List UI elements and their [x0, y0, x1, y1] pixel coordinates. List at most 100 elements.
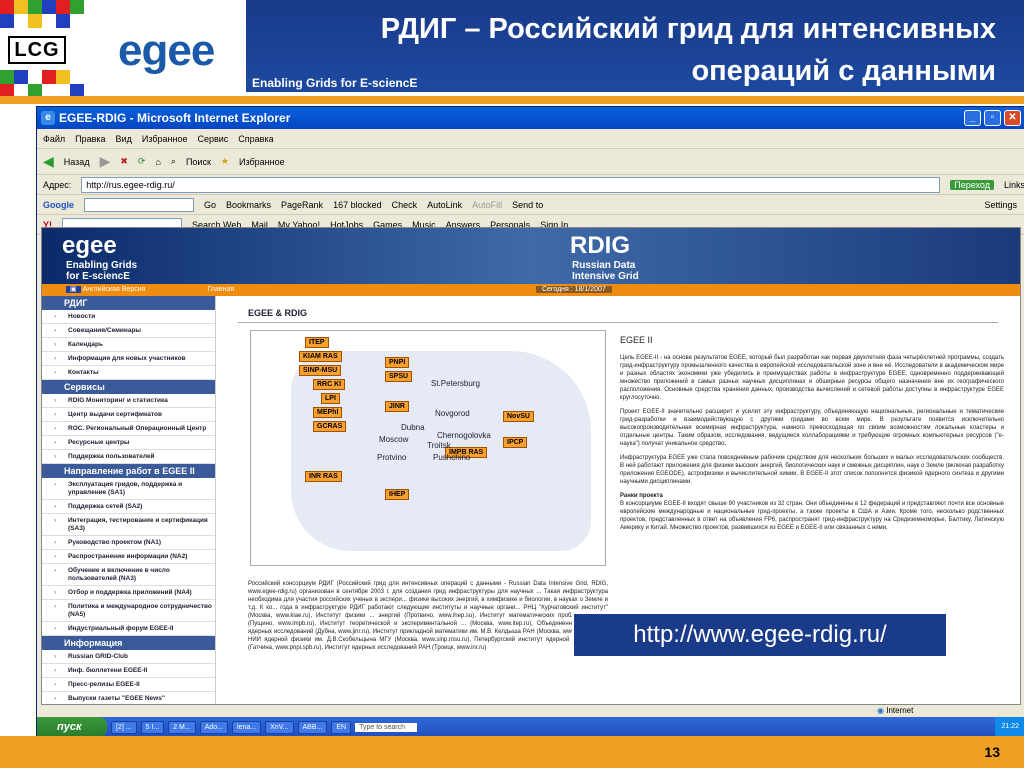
send-to-button[interactable]: Send to — [512, 200, 543, 210]
standard-toolbar: ◀ Назад ▶ ✖ ⟳ ⌂ ⌕ Поиск ★ Избранное — [37, 149, 1024, 175]
taskbar-item[interactable]: 5 I... — [140, 720, 165, 734]
favorites-icon[interactable]: ★ — [221, 156, 229, 167]
paragraph: Инфраструктура EGEE уже стала повседневн… — [620, 455, 1004, 485]
bookmarks-button[interactable]: Bookmarks — [226, 200, 271, 210]
browser-titlebar: e EGEE-RDIG - Microsoft Internet Explore… — [37, 107, 1024, 129]
paragraph: Цель EGEE-II - на основе результатов EGE… — [620, 355, 1004, 401]
sidebar-item[interactable]: Распространение информации (NA2) — [42, 550, 215, 564]
map-site-label: GCRAS — [313, 421, 347, 432]
google-toolbar: Google Go Bookmarks PageRank 167 blocked… — [37, 195, 1024, 215]
links-label[interactable]: Links — [1004, 180, 1024, 190]
system-tray-clock: 21:22 — [995, 717, 1024, 737]
lcg-logo-text: LCG — [8, 36, 66, 64]
google-logo[interactable]: Google — [43, 200, 74, 210]
sidebar-item[interactable]: Инф. бюллетени EGEE-II — [42, 664, 215, 678]
sidebar-item[interactable]: Политика и международное сотрудничество … — [42, 600, 215, 622]
sidebar-item[interactable]: Поддержка пользователей — [42, 450, 215, 464]
map-site-label: SPSU — [385, 371, 413, 382]
menu-help[interactable]: Справка — [238, 134, 273, 144]
menu-tools[interactable]: Сервис — [197, 134, 228, 144]
menu-file[interactable]: Файл — [43, 134, 65, 144]
map-city-label: Pushchino — [433, 453, 471, 462]
sidebar-item[interactable]: ROC. Региональный Операционный Центр — [42, 422, 215, 436]
sidebar-item[interactable]: Поддержка сетей (SA2) — [42, 500, 215, 514]
menu-view[interactable]: Вид — [116, 134, 132, 144]
taskbar-search-input[interactable]: Type to search — [355, 722, 418, 732]
sidebar-item[interactable]: Интеграция, тестирование и сертификация … — [42, 514, 215, 536]
go-button[interactable]: Переход — [950, 179, 994, 190]
sidebar-item[interactable]: Центр выдачи сертификатов — [42, 408, 215, 422]
sidebar-item[interactable]: Пресс-релизы EGEE-II — [42, 678, 215, 692]
back-icon[interactable]: ◀ — [43, 153, 54, 170]
sidebar-item[interactable]: Совещания/Семинары — [42, 324, 215, 338]
site-nav-strip: ▣ Английская Версия Главная Сегодня : 18… — [42, 284, 1020, 296]
nav-section-heading: Направление работ в EGEE II — [42, 464, 215, 478]
sidebar-item[interactable]: Календарь — [42, 338, 215, 352]
sidebar-item[interactable]: Выпуски газеты "EGEE News" — [42, 692, 215, 704]
popup-blocked[interactable]: 167 blocked — [333, 200, 382, 210]
status-bar: ◉ Internet — [41, 705, 1021, 717]
slide-header: LCG egee РДИГ – Российский грид для инте… — [0, 0, 1024, 104]
maximize-icon[interactable]: ▫ — [984, 110, 1001, 126]
menu-edit[interactable]: Правка — [75, 134, 105, 144]
favorites-button[interactable]: Избранное — [239, 157, 285, 167]
sidebar-item[interactable]: Контакты — [42, 366, 215, 380]
taskbar-item[interactable]: 2 M... — [168, 720, 196, 734]
spellcheck-button[interactable]: Check — [392, 200, 418, 210]
sidebar-item[interactable]: Обучение и включение в число пользовател… — [42, 564, 215, 586]
start-button[interactable]: пуск — [37, 717, 107, 737]
sidebar-item[interactable]: RDIG Мониторинг и статистика — [42, 394, 215, 408]
taskbar-item[interactable]: ABB... — [297, 720, 328, 734]
autolink-button[interactable]: AutoLink — [427, 200, 462, 210]
sidebar-item[interactable]: Новости — [42, 310, 215, 324]
page-number: 13 — [984, 744, 1000, 760]
sidebar-item[interactable]: Эксплуатация гридов, поддержка и управле… — [42, 478, 215, 500]
map-city-label: Novgorod — [435, 409, 470, 418]
english-version-link[interactable]: Английская Версия — [83, 286, 146, 293]
map-city-label: Protvino — [377, 453, 407, 462]
flag-icon[interactable]: ▣ — [66, 286, 81, 293]
sidebar-item[interactable]: Ресурсные центры — [42, 436, 215, 450]
taskbar-item[interactable]: [2] ... — [111, 720, 137, 734]
map-city-label: Dubna — [401, 423, 425, 432]
address-bar: Адрес: http://rus.egee-rdig.ru/ Переход … — [37, 175, 1024, 195]
tagline: Enabling Grids for E-sciencE — [252, 76, 418, 90]
map-site-label: ITEP — [305, 337, 329, 348]
taskbar-item[interactable]: XnV... — [265, 720, 294, 734]
close-icon[interactable]: ✕ — [1004, 110, 1021, 126]
google-search-input[interactable] — [84, 197, 194, 212]
sidebar-item[interactable]: Индустриальный форум EGEE-II — [42, 622, 215, 636]
sidebar-item[interactable]: Руководство проектом (NA1) — [42, 536, 215, 550]
minimize-icon[interactable]: _ — [964, 110, 981, 126]
refresh-icon[interactable]: ⟳ — [138, 156, 146, 167]
content-title: EGEE & RDIG — [238, 308, 998, 323]
map-site-label: RRC KI — [313, 379, 346, 390]
site-banner: egee Enabling Grids for E-sciencE RDIG Ru… — [42, 228, 1020, 284]
egee-sub-line2: for E-sciencE — [66, 271, 130, 282]
language-indicator[interactable]: EN — [331, 720, 352, 734]
pagerank-indicator: PageRank — [281, 199, 324, 210]
home-icon[interactable]: ⌂ — [155, 157, 160, 167]
search-button[interactable]: Поиск — [186, 157, 211, 167]
address-input[interactable]: http://rus.egee-rdig.ru/ — [81, 176, 941, 193]
rdig-map: ITEP KIAM RAS SINP-MSU RRC KI LPI MEPhI GCRAS I… — [250, 330, 606, 566]
map-city-label: Moscow — [379, 435, 409, 444]
nav-section-heading: Информация — [42, 636, 215, 650]
egee-sub-line1: Enabling Grids — [66, 260, 138, 271]
menu-favorites[interactable]: Избранное — [142, 134, 188, 144]
home-link[interactable]: Главная — [207, 286, 234, 293]
back-button[interactable]: Назад — [64, 157, 90, 167]
sidebar-item[interactable]: Russian GRID-Club — [42, 650, 215, 664]
url-callout[interactable]: http://www.egee-rdig.ru/ — [572, 612, 948, 658]
taskbar-item[interactable]: Ado... — [199, 720, 228, 734]
sidebar-item[interactable]: Информация для новых участников — [42, 352, 215, 366]
sidebar-item[interactable]: Отбор и поддержка приложений (NA4) — [42, 586, 215, 600]
autofill-button[interactable]: AutoFill — [472, 200, 502, 210]
map-city-label: Chernogolovka — [437, 431, 491, 440]
settings-button[interactable]: Settings — [984, 200, 1017, 210]
taskbar-item[interactable]: lena... — [232, 720, 262, 734]
forward-icon[interactable]: ▶ — [100, 153, 111, 170]
search-icon[interactable]: ⌕ — [171, 156, 176, 167]
stop-icon[interactable]: ✖ — [120, 156, 128, 167]
google-go-button[interactable]: Go — [204, 200, 216, 210]
